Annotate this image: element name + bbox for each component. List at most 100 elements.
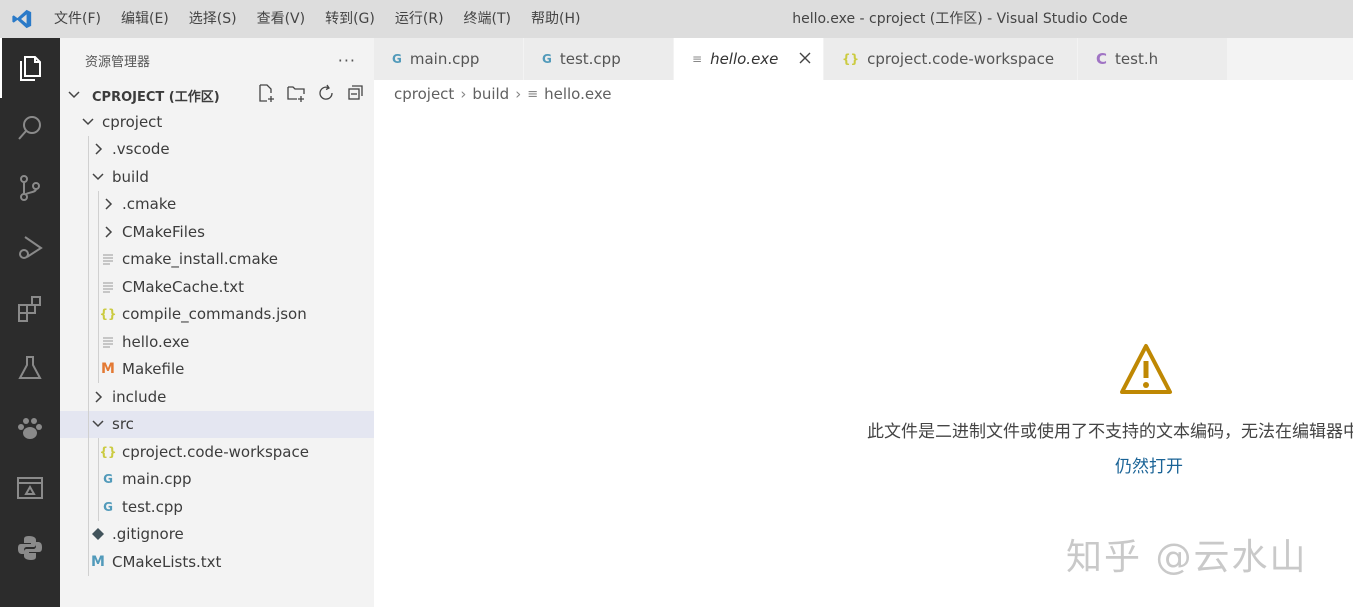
workspace-label: CPROJECT (工作区) — [92, 89, 220, 105]
indent-guide — [88, 273, 89, 301]
tree-item-include[interactable]: include — [60, 383, 374, 411]
cpp-file-icon: G — [103, 472, 113, 487]
tree-item-cproject[interactable]: cproject — [60, 108, 374, 136]
indent-guide — [98, 245, 99, 273]
tree-item-vscode[interactable]: .vscode — [60, 135, 374, 163]
breadcrumb-item-cproject[interactable]: cproject — [394, 85, 454, 103]
tree-item-label: cmake_install.cmake — [122, 250, 279, 269]
tree-item-label: CMakeCache.txt — [122, 277, 245, 296]
makefile-icon: M — [101, 361, 115, 378]
menu-selection[interactable]: 选择(S) — [179, 0, 247, 38]
indent-guide — [98, 493, 99, 521]
indent-guide — [88, 135, 89, 163]
tree-item-compile-commands-json[interactable]: {} compile_commands.json — [60, 300, 374, 328]
breadcrumb-item-build[interactable]: build — [472, 85, 509, 103]
python-icon[interactable] — [0, 518, 60, 578]
tree-item-gitignore[interactable]: .gitignore — [60, 520, 374, 548]
menu-bar: 文件(F) 编辑(E) 选择(S) 查看(V) 转到(G) 运行(R) 终端(T… — [44, 0, 590, 38]
extensions-icon[interactable] — [0, 278, 60, 338]
more-actions-icon[interactable]: ··· — [338, 51, 356, 70]
indent-guide — [88, 548, 89, 576]
workspace-actions — [256, 82, 366, 108]
indent-guide — [98, 355, 99, 383]
tree-item-cproject-code-workspace[interactable]: {} cproject.code-workspace — [60, 438, 374, 466]
tree-item-label: cproject — [102, 112, 163, 131]
chevron-right-icon[interactable] — [90, 389, 106, 405]
chevron-down-icon[interactable] — [90, 169, 106, 185]
tree-item-label: CMakeFiles — [122, 222, 205, 241]
tree-item-cmakefiles[interactable]: CMakeFiles — [60, 218, 374, 246]
menu-run[interactable]: 运行(R) — [385, 0, 454, 38]
tree-item-test-cpp[interactable]: Gtest.cpp — [60, 493, 374, 521]
tree-item-label: .cmake — [122, 195, 177, 214]
menu-file[interactable]: 文件(F) — [44, 0, 111, 38]
new-file-icon[interactable] — [256, 83, 276, 107]
testing-icon[interactable] — [0, 338, 60, 398]
tree-item-cmakelists-txt[interactable]: M CMakeLists.txt — [60, 548, 374, 576]
source-control-icon[interactable] — [0, 158, 60, 218]
c-header-file-icon: C — [1096, 50, 1108, 68]
workspace-header[interactable]: CPROJECT (工作区) — [60, 82, 374, 108]
indent-guide — [88, 465, 89, 493]
indent-guide — [88, 218, 89, 246]
chevron-down-icon[interactable] — [66, 87, 82, 103]
breadcrumb: cproject › build › ≡ hello.exe — [374, 80, 1353, 108]
open-anyway-link[interactable]: 仍然打开 — [1115, 452, 1183, 477]
collapse-all-icon[interactable] — [346, 83, 366, 107]
chevron-right-icon[interactable] — [90, 141, 106, 157]
tree-item-main-cpp[interactable]: Gmain.cpp — [60, 465, 374, 493]
json-file-icon: {} — [99, 307, 117, 322]
remote-explorer-icon[interactable] — [0, 458, 60, 518]
tree-item-src[interactable]: src — [60, 410, 374, 438]
paw-icon[interactable] — [0, 398, 60, 458]
indent-guide — [88, 438, 89, 466]
tree-item-makefile[interactable]: M Makefile — [60, 355, 374, 383]
menu-edit[interactable]: 编辑(E) — [111, 0, 179, 38]
refresh-icon[interactable] — [316, 83, 336, 107]
indent-guide — [88, 355, 89, 383]
tree-item-label: main.cpp — [122, 470, 192, 489]
run-debug-icon[interactable] — [0, 218, 60, 278]
chevron-down-icon[interactable] — [90, 416, 106, 432]
text-file-icon: ≡ — [527, 86, 539, 102]
chevron-right-icon[interactable] — [100, 224, 116, 240]
menu-view[interactable]: 查看(V) — [247, 0, 316, 38]
sidebar-title: 资源管理器 — [85, 54, 151, 70]
tree-item-cmake-install-cmake[interactable]: cmake_install.cmake — [60, 245, 374, 273]
indent-guide — [98, 218, 99, 246]
new-folder-icon[interactable] — [286, 83, 306, 107]
tree-item-build[interactable]: build — [60, 163, 374, 191]
chevron-right-icon[interactable] — [100, 196, 116, 212]
tree-item-label: CMakeLists.txt — [112, 552, 222, 571]
close-icon[interactable] — [797, 50, 813, 66]
json-file-icon: {} — [842, 52, 860, 66]
menu-go[interactable]: 转到(G) — [315, 0, 385, 38]
tree-item-label: compile_commands.json — [122, 305, 307, 324]
menu-help[interactable]: 帮助(H) — [521, 0, 590, 38]
tab-cproject-workspace[interactable]: {} cproject.code-workspace — [824, 38, 1078, 80]
tree-item-hello-exe[interactable]: hello.exe — [60, 328, 374, 356]
tab-main-cpp[interactable]: G main.cpp — [374, 38, 524, 80]
cmake-file-icon: M — [91, 553, 105, 570]
explorer-icon[interactable] — [0, 38, 60, 98]
tree-item-cmakecache-txt[interactable]: CMakeCache.txt — [60, 273, 374, 301]
tree-item-label: .vscode — [112, 140, 170, 159]
chevron-right-icon: › — [460, 85, 467, 103]
tab-hello-exe[interactable]: ≡ hello.exe — [674, 38, 824, 80]
text-file-icon: ≡ — [692, 52, 703, 66]
tab-label: test.cpp — [559, 50, 621, 68]
indent-guide — [88, 410, 89, 438]
indent-guide — [88, 520, 89, 548]
menu-terminal[interactable]: 终端(T) — [454, 0, 521, 38]
activity-bar — [0, 38, 60, 607]
cpp-file-icon: G — [542, 52, 552, 66]
tree-item-cmake[interactable]: .cmake — [60, 190, 374, 218]
chevron-down-icon[interactable] — [80, 114, 96, 130]
editor-tabs: G main.cpp G test.cpp ≡ hello.exe {} cpr… — [374, 38, 1353, 80]
breadcrumb-item-hello-exe[interactable]: hello.exe — [544, 85, 611, 103]
search-icon[interactable] — [0, 98, 60, 158]
indent-guide — [88, 493, 89, 521]
tab-test-h[interactable]: C test.h — [1078, 38, 1228, 80]
indent-guide — [98, 465, 99, 493]
tab-test-cpp[interactable]: G test.cpp — [524, 38, 674, 80]
